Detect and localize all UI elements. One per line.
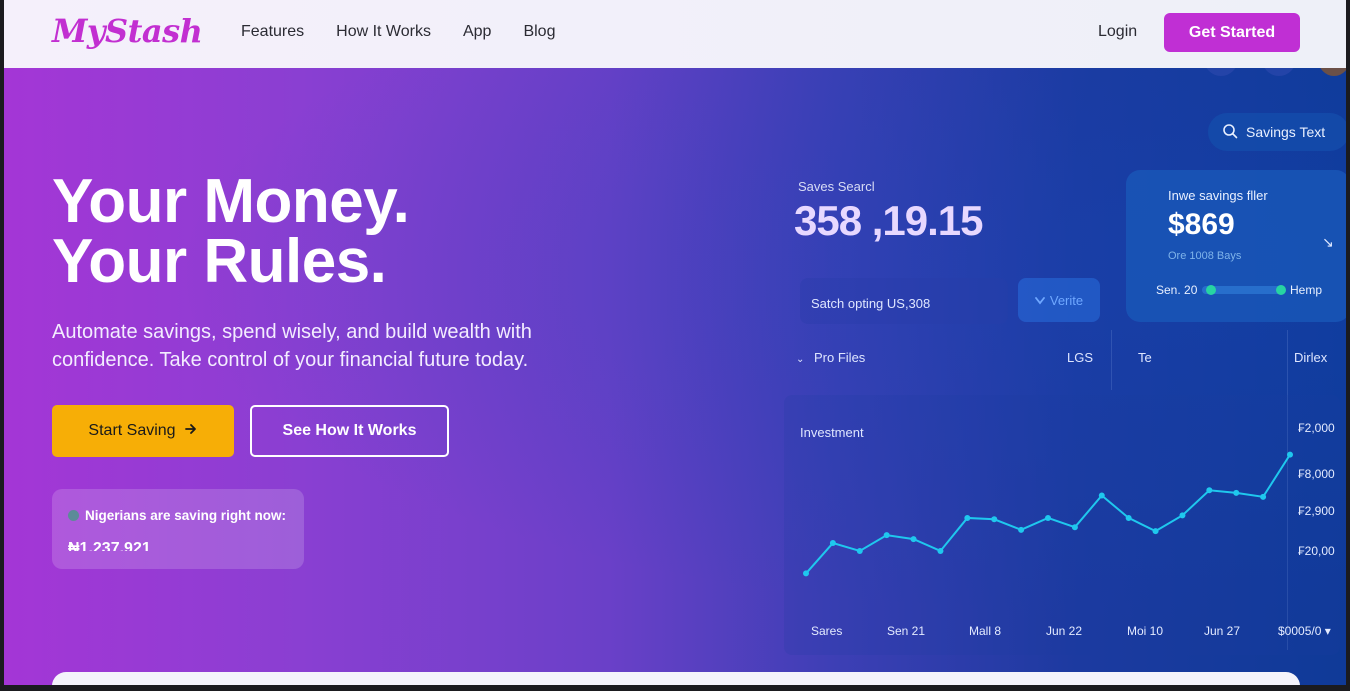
x-tick-label: Moi 10 xyxy=(1127,624,1163,638)
content-panel-top-edge xyxy=(52,672,1300,685)
chart-series xyxy=(803,451,1293,577)
top-nav: MyStash Features How It Works App Blog L… xyxy=(4,0,1346,68)
savers-counter-card: Nigerians are saving right now: ₦1,237,9… xyxy=(52,489,304,569)
nav-links: Features How It Works App Blog xyxy=(241,23,555,41)
data-point[interactable] xyxy=(1206,487,1213,494)
get-started-button[interactable]: Get Started xyxy=(1164,13,1300,52)
savings-summary-card[interactable]: Inwe savings fller $869 Ore 1008 Bays ↘ … xyxy=(1126,170,1346,322)
x-tick-label: Sares xyxy=(811,624,842,638)
nav-link-blog[interactable]: Blog xyxy=(523,23,555,41)
option-text: Satch opting US,308 xyxy=(811,296,931,311)
data-point[interactable] xyxy=(829,540,836,547)
nav-link-app[interactable]: App xyxy=(463,23,491,41)
headline-line-2: Your Rules. xyxy=(52,227,387,296)
arrow-down-right-icon[interactable]: ↘ xyxy=(1322,234,1334,251)
y-axis: ₣2,000 ₣8,000 ₣2,900 ₣20,00 xyxy=(1298,421,1335,558)
y-tick-label: ₣20,00 xyxy=(1298,544,1335,558)
page: MyStash Features How It Works App Blog L… xyxy=(4,0,1346,685)
data-point[interactable] xyxy=(964,514,971,521)
x-tick-label: Mall 8 xyxy=(969,624,1001,638)
data-point[interactable] xyxy=(1098,492,1105,499)
timeline-end: Hemp xyxy=(1290,283,1323,297)
tab-pro-files-label: Pro Files xyxy=(814,350,866,365)
series-line xyxy=(805,454,1291,575)
live-dot-icon xyxy=(68,510,79,521)
tab-pro-files[interactable]: ⌄ Pro Files xyxy=(796,350,865,365)
data-point[interactable] xyxy=(1233,489,1240,496)
hero-headline: Your Money. Your Rules. xyxy=(52,167,410,296)
data-point[interactable] xyxy=(1018,526,1025,533)
savings-card-sub: Ore 1008 Bays xyxy=(1168,250,1242,262)
x-tick-label: Jun 27 xyxy=(1204,624,1240,638)
timeline-end-dot xyxy=(1276,285,1286,295)
data-point[interactable] xyxy=(1125,514,1132,521)
x-tick-label: Sen 21 xyxy=(887,624,925,638)
x-tick-label: $0005/0 ▾ xyxy=(1278,624,1331,638)
headline-line-1: Your Money. xyxy=(52,167,410,236)
hero-subtext: Automate savings, spend wisely, and buil… xyxy=(52,321,532,371)
start-saving-button[interactable]: Start Saving xyxy=(52,405,234,457)
y-tick-label: ₣8,000 xyxy=(1298,467,1335,481)
tab-te[interactable]: Te xyxy=(1138,350,1152,365)
verify-label: Verite xyxy=(1049,292,1084,308)
y-tick-label: ₣2,000 xyxy=(1298,421,1335,435)
saves-label: Saves Searcl xyxy=(798,179,875,194)
nav-link-features[interactable]: Features xyxy=(241,23,304,41)
saves-value: 358 ,19.15 xyxy=(794,197,984,244)
data-point[interactable] xyxy=(883,532,890,539)
tab-lgs[interactable]: LGS xyxy=(1067,350,1093,365)
login-link[interactable]: Login xyxy=(1098,23,1137,41)
counter-value: ₦1,237,921 xyxy=(68,540,151,551)
savings-card-value: $869 xyxy=(1168,208,1235,241)
x-tick-label: Jun 22 xyxy=(1046,624,1082,638)
nav-link-how-it-works[interactable]: How It Works xyxy=(336,23,431,41)
data-point[interactable] xyxy=(1152,528,1159,535)
chevron-down-icon: ⌄ xyxy=(796,354,805,365)
data-point[interactable] xyxy=(1260,493,1267,500)
x-axis: Sares Sen 21 Mall 8 Jun 22 Moi 10 Jun 27 $0005… xyxy=(811,624,1331,638)
timeline-start-dot xyxy=(1206,285,1216,295)
chevron-down-icon xyxy=(1034,293,1045,308)
savings-search-button[interactable]: Savings Text xyxy=(1208,113,1346,151)
divider xyxy=(1111,330,1112,390)
data-point[interactable] xyxy=(856,547,863,554)
verify-button[interactable]: Verite xyxy=(1018,278,1100,322)
investment-chart: ₣2,000 ₣8,000 ₣2,900 ₣20,00 Sares Sen 21 Mall… xyxy=(803,421,1335,638)
data-point[interactable] xyxy=(937,547,944,554)
search-label: Savings Text xyxy=(1246,124,1326,140)
y-tick-label: ₣2,900 xyxy=(1298,504,1335,518)
search-icon xyxy=(1222,123,1238,142)
tab-dirlex[interactable]: Dirlex xyxy=(1294,350,1327,365)
data-point[interactable] xyxy=(803,570,809,577)
counter-label: Nigerians are saving right now: xyxy=(85,508,287,523)
savings-card-label: Inwe savings fller xyxy=(1168,188,1268,203)
logo[interactable]: MyStash xyxy=(52,12,203,50)
data-point[interactable] xyxy=(1179,512,1186,519)
counter-label-row: Nigerians are saving right now: xyxy=(68,508,286,523)
data-point[interactable] xyxy=(1071,524,1078,531)
data-point[interactable] xyxy=(1287,451,1293,458)
data-point[interactable] xyxy=(910,536,917,543)
see-how-it-works-button[interactable]: See How It Works xyxy=(250,405,449,457)
data-point[interactable] xyxy=(991,516,998,523)
start-saving-label: Start Saving xyxy=(88,422,176,439)
data-point[interactable] xyxy=(1045,514,1051,521)
arrow-right-icon xyxy=(184,422,198,441)
timeline-start: Sen. 20 xyxy=(1156,283,1198,297)
